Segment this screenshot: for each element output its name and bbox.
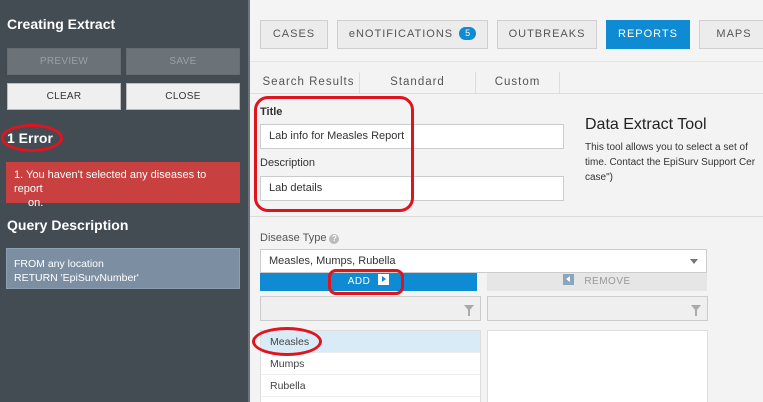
filter-icon (691, 305, 701, 316)
add-button-label: ADD (347, 276, 371, 287)
top-navigation: CASES eNOTIFICATIONS 5 OUTBREAKS REPORTS … (250, 0, 763, 62)
nav-enotifications-label: eNOTIFICATIONS (348, 28, 454, 40)
filter-icon (464, 305, 474, 316)
list-item-measles[interactable]: Measles (261, 331, 480, 353)
chevron-down-icon (690, 259, 698, 264)
disease-type-label: Disease Type? (260, 232, 340, 244)
nav-enotifications[interactable]: eNOTIFICATIONS 5 (337, 20, 488, 49)
arrow-left-icon (563, 274, 575, 285)
available-diseases-list: Measles Mumps Rubella (260, 330, 481, 402)
save-button[interactable]: SAVE (126, 48, 240, 75)
nav-maps[interactable]: MAPS (699, 20, 763, 49)
query-heading: Query Description (7, 217, 129, 233)
tab-custom[interactable]: Custom (476, 72, 560, 93)
extract-tool-line-3: case") (585, 172, 614, 183)
disease-type-select[interactable]: Measles, Mumps, Rubella (260, 249, 707, 273)
help-icon[interactable]: ? (329, 234, 340, 244)
nav-outbreaks[interactable]: OUTBREAKS (497, 20, 597, 49)
add-button[interactable]: ADD (260, 273, 477, 291)
close-button[interactable]: CLOSE (126, 83, 240, 110)
title-label: Title (260, 106, 283, 118)
extract-tool-line-1: This tool allows you to select a set of (585, 142, 748, 153)
description-input[interactable]: Lab details (260, 176, 564, 201)
available-filter-input[interactable] (260, 296, 481, 321)
arrow-right-icon (378, 274, 390, 285)
tab-standard[interactable]: Standard (360, 72, 476, 93)
extract-tool-heading: Data Extract Tool (585, 116, 707, 133)
nav-cases[interactable]: CASES (260, 20, 328, 49)
title-input[interactable]: Lab info for Measles Report (260, 124, 564, 149)
error-line-1: 1. You haven't selected any diseases to … (14, 169, 207, 195)
description-label: Description (260, 157, 316, 169)
remove-button[interactable]: REMOVE (487, 273, 707, 291)
disease-type-label-text: Disease Type (260, 232, 327, 244)
tab-search-results[interactable]: Search Results (258, 72, 360, 93)
query-line-2: RETURN 'EpiSurvNumber' (14, 272, 139, 284)
error-message: 1. You haven't selected any diseases to … (6, 162, 240, 209)
section-divider (250, 216, 763, 217)
extract-tool-description: This tool allows you to select a set of … (585, 140, 763, 185)
list-item-rubella[interactable]: Rubella (261, 375, 480, 397)
query-line-1: FROM any location (14, 258, 104, 270)
error-line-2: on. (28, 197, 44, 209)
report-subtabs: Search Results Standard Custom (250, 72, 763, 94)
selected-filter-input[interactable] (487, 296, 708, 321)
notification-count-badge: 5 (459, 27, 477, 40)
disease-type-value: Measles, Mumps, Rubella (269, 255, 396, 267)
main-panel: CASES eNOTIFICATIONS 5 OUTBREAKS REPORTS … (250, 0, 763, 402)
app-root: Creating Extract PREVIEW SAVE CLEAR CLOS… (0, 0, 763, 402)
selected-diseases-list (487, 330, 708, 402)
sidebar-title: Creating Extract (7, 16, 116, 32)
error-heading: 1 Error (7, 130, 53, 146)
preview-button[interactable]: PREVIEW (7, 48, 121, 75)
remove-button-label: REMOVE (584, 276, 631, 287)
nav-reports[interactable]: REPORTS (606, 20, 690, 49)
extract-sidebar: Creating Extract PREVIEW SAVE CLEAR CLOS… (0, 0, 248, 402)
query-description: FROM any location RETURN 'EpiSurvNumber' (6, 248, 240, 289)
extract-tool-line-2: time. Contact the EpiSurv Support Cer (585, 157, 756, 168)
clear-button[interactable]: CLEAR (7, 83, 121, 110)
list-item-mumps[interactable]: Mumps (261, 353, 480, 375)
